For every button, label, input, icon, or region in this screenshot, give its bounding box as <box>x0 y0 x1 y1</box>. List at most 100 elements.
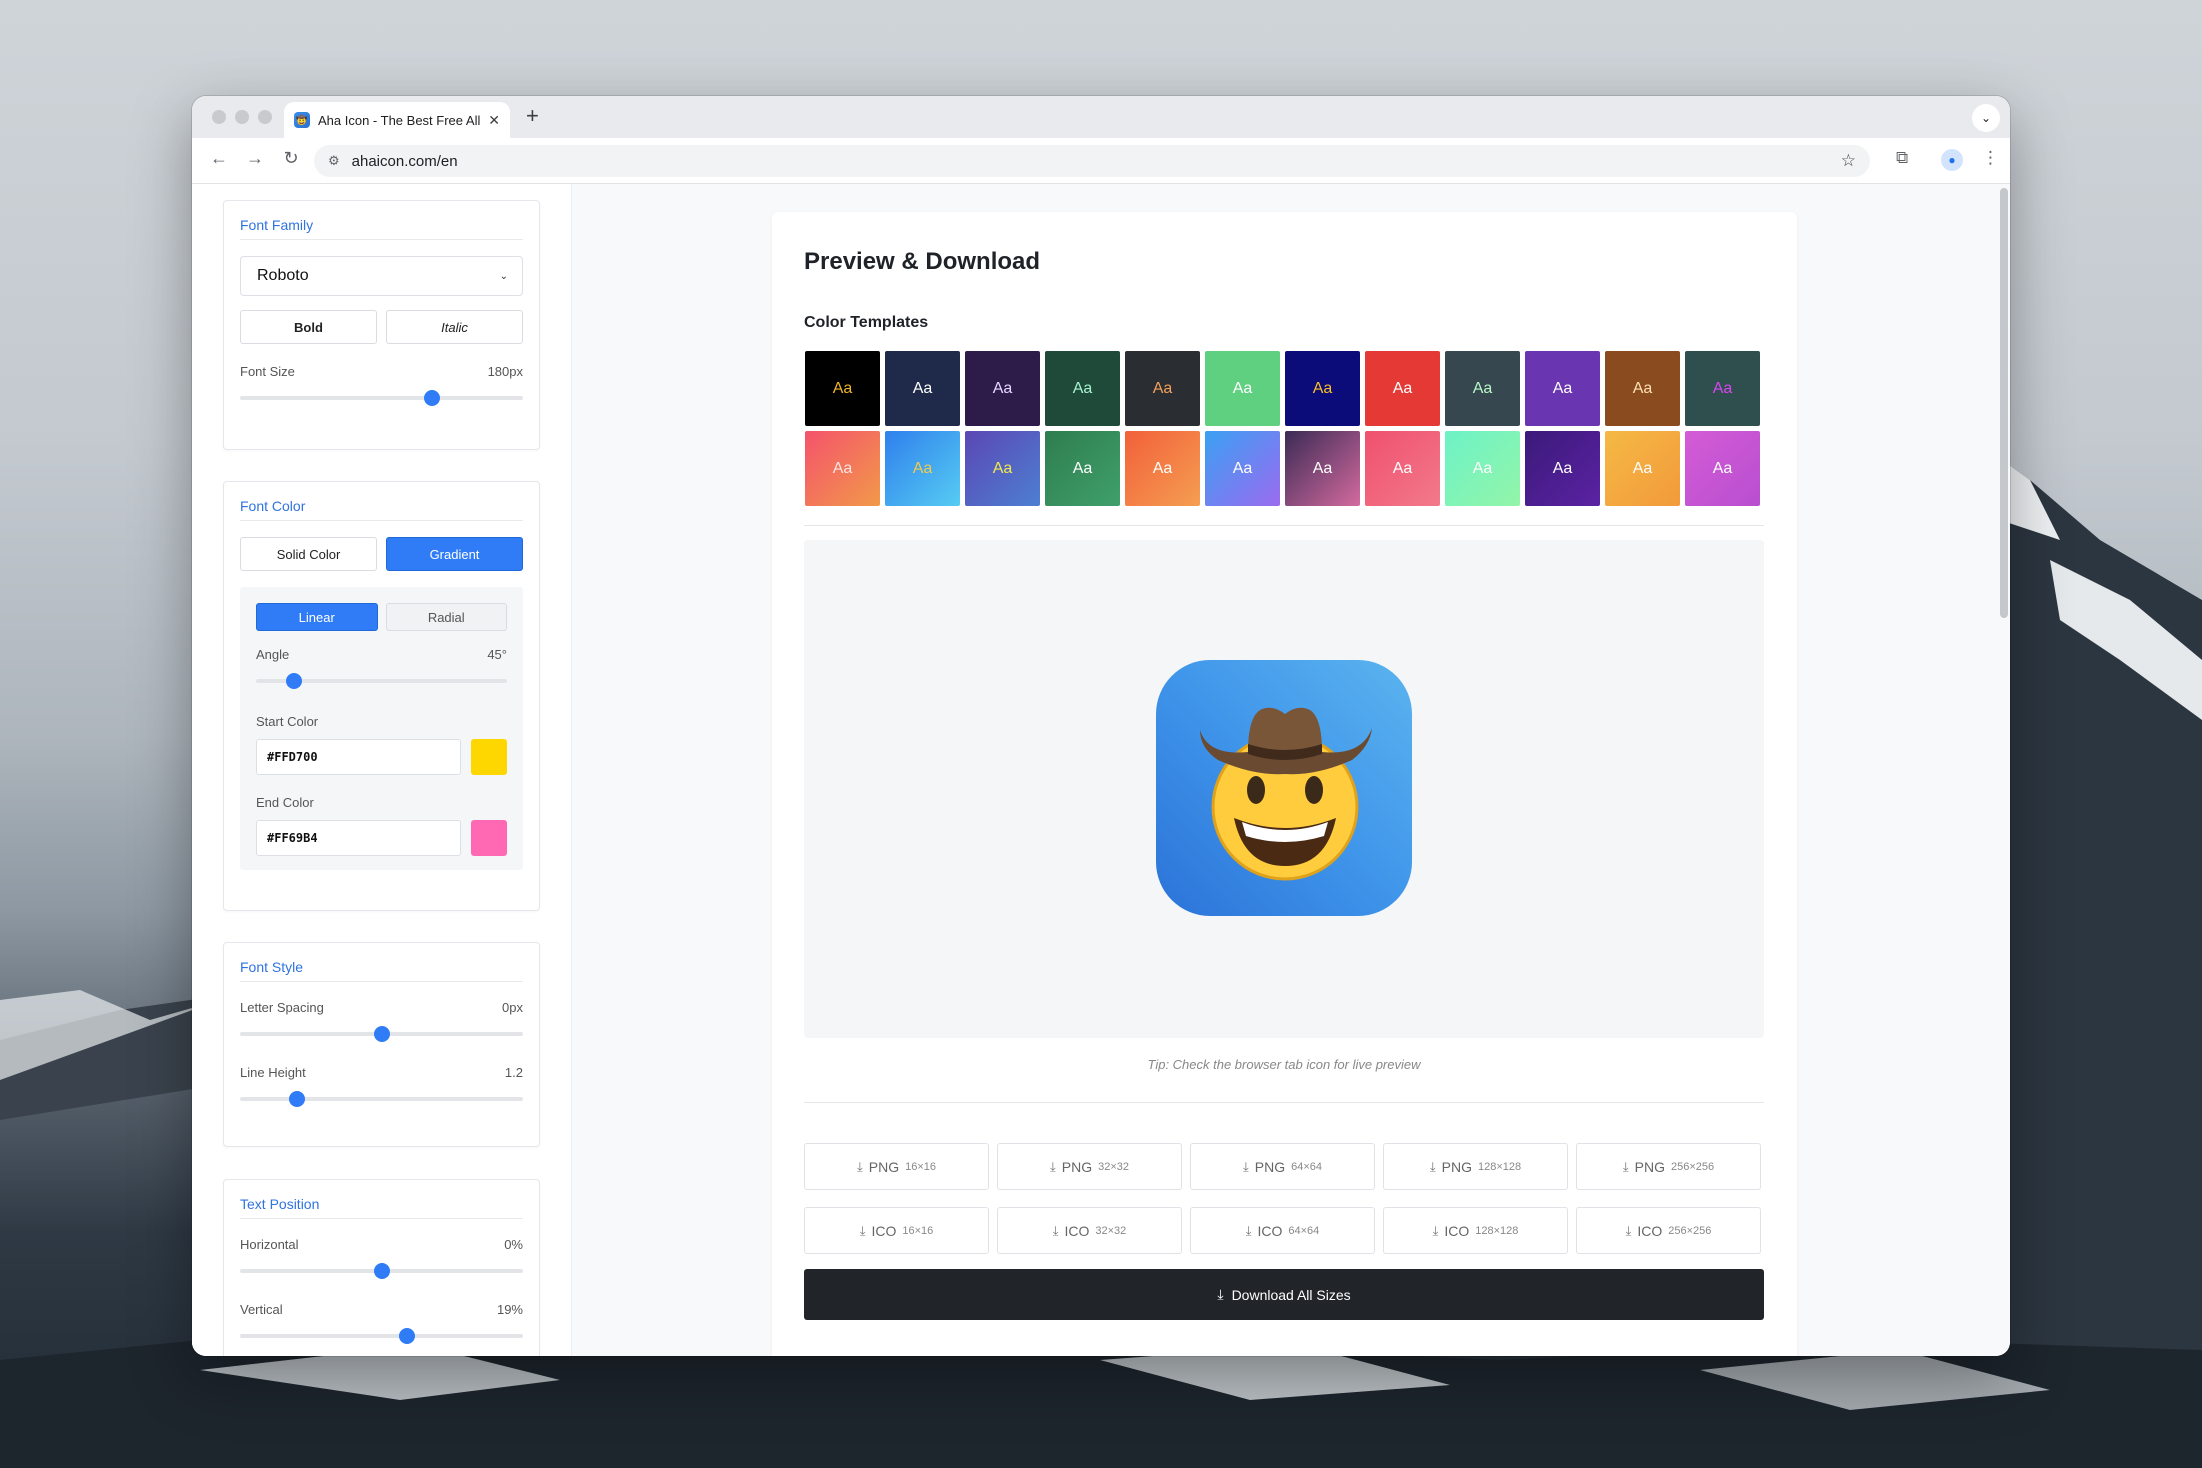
download-format: PNG <box>868 1158 900 1175</box>
menu-kebab-icon[interactable]: ⋮ <box>1982 148 1999 168</box>
font-family-title: Font Family <box>240 201 523 240</box>
download-ico-button[interactable]: ⤓ ICO 128×128 <box>1383 1207 1568 1254</box>
font-style-title: Font Style <box>240 943 523 982</box>
download-png-button[interactable]: ⤓ PNG 16×16 <box>804 1143 989 1190</box>
download-png-button[interactable]: ⤓ PNG 256×256 <box>1576 1143 1761 1190</box>
color-template-swatch[interactable]: Aa <box>965 351 1040 426</box>
letter-spacing-slider[interactable] <box>240 1025 523 1043</box>
download-size: 128×128 <box>1477 1160 1522 1173</box>
cowboy-hat-face-icon <box>1200 707 1372 881</box>
download-all-button[interactable]: ⤓ Download All Sizes <box>804 1269 1764 1320</box>
color-template-swatch[interactable]: Aa <box>1205 431 1280 506</box>
address-bar: ← → ↻ ⚙ ahaicon.com/en ☆ ⧉ ● ⋮ <box>192 138 2010 184</box>
color-template-swatch[interactable]: Aa <box>1605 351 1680 426</box>
download-icon: ⤓ <box>1429 1158 1436 1174</box>
angle-label: Angle <box>256 647 290 662</box>
color-template-swatch[interactable]: Aa <box>1285 351 1360 426</box>
solid-color-button[interactable]: Solid Color <box>240 537 377 571</box>
download-ico-button[interactable]: ⤓ ICO 256×256 <box>1576 1207 1761 1254</box>
download-ico-button[interactable]: ⤓ ICO 32×32 <box>997 1207 1182 1254</box>
slider-thumb[interactable] <box>288 1091 305 1107</box>
start-color-input[interactable]: #FFD700 <box>256 739 462 775</box>
color-template-swatch[interactable]: Aa <box>805 351 880 426</box>
angle-slider[interactable] <box>256 672 507 690</box>
color-template-label: Aa <box>1712 379 1733 397</box>
slider-thumb[interactable] <box>373 1026 390 1042</box>
download-icon: ⤓ <box>1243 1158 1249 1174</box>
vertical-label: Vertical <box>240 1302 283 1317</box>
download-format: PNG <box>1441 1158 1472 1175</box>
tab-search-chevron-icon[interactable]: ⌄ <box>1972 104 2000 132</box>
bookmark-star-icon[interactable]: ☆ <box>1841 151 1856 171</box>
slider-thumb[interactable] <box>373 1263 390 1279</box>
forward-icon[interactable]: → <box>242 148 268 169</box>
color-template-swatch[interactable]: Aa <box>1125 351 1200 426</box>
color-template-swatch[interactable]: Aa <box>1365 351 1440 426</box>
site-info-icon[interactable]: ⚙ <box>328 153 340 169</box>
download-format: ICO <box>1637 1222 1663 1239</box>
url-text[interactable]: ahaicon.com/en <box>352 153 1829 170</box>
font-size-slider[interactable] <box>240 389 523 407</box>
download-png-button[interactable]: ⤓ PNG 128×128 <box>1383 1143 1568 1190</box>
maximize-window-button[interactable] <box>258 110 272 124</box>
gradient-button[interactable]: Gradient <box>386 537 523 571</box>
color-template-swatch[interactable]: Aa <box>805 431 880 506</box>
slider-thumb[interactable] <box>398 1328 415 1344</box>
color-template-swatch[interactable]: Aa <box>1045 351 1120 426</box>
download-ico-button[interactable]: ⤓ ICO 16×16 <box>804 1207 989 1254</box>
download-png-button[interactable]: ⤓ PNG 64×64 <box>1190 1143 1375 1190</box>
download-icon: ⤓ <box>859 1222 866 1238</box>
line-height-slider[interactable] <box>240 1090 523 1108</box>
color-template-label: Aa <box>1152 379 1173 397</box>
horizontal-slider[interactable] <box>240 1262 523 1280</box>
extensions-icon[interactable]: ⧉ <box>1896 148 1908 168</box>
end-color-input[interactable]: #FF69B4 <box>256 820 462 856</box>
bold-button[interactable]: Bold <box>240 310 377 344</box>
color-template-swatch[interactable]: Aa <box>1685 431 1760 506</box>
color-template-swatch[interactable]: Aa <box>1045 431 1120 506</box>
color-template-swatch[interactable]: Aa <box>1685 351 1760 426</box>
reload-icon[interactable]: ↻ <box>278 148 304 169</box>
profile-avatar-icon[interactable]: ● <box>1941 149 1963 171</box>
font-size-label: Font Size <box>240 364 295 379</box>
divider <box>804 1102 1764 1103</box>
download-ico-button[interactable]: ⤓ ICO 64×64 <box>1190 1207 1375 1254</box>
start-color-swatch[interactable] <box>471 739 507 775</box>
color-template-swatch[interactable]: Aa <box>1125 431 1200 506</box>
browser-tab[interactable]: 🤠 Aha Icon - The Best Free All-in-One Ic… <box>284 102 510 138</box>
radial-button[interactable]: Radial <box>385 603 507 631</box>
slider-thumb[interactable] <box>424 390 441 406</box>
color-template-swatch[interactable]: Aa <box>885 431 960 506</box>
download-format: PNG <box>1634 1158 1665 1175</box>
download-size: 64×64 <box>1288 1224 1320 1237</box>
end-color-swatch[interactable] <box>471 820 507 856</box>
color-template-swatch[interactable]: Aa <box>1205 351 1280 426</box>
close-tab-icon[interactable]: ✕ <box>488 112 500 129</box>
download-format: ICO <box>1064 1222 1090 1239</box>
minimize-window-button[interactable] <box>235 110 249 124</box>
new-tab-icon[interactable]: + <box>526 105 539 127</box>
color-templates-grid: Aa Aa Aa Aa Aa Aa Aa Aa Aa Aa Aa Aa Aa Aa Aa Aa Aa Aa Aa Aa… <box>805 351 1765 506</box>
page-scrollbar[interactable] <box>2000 188 2008 618</box>
slider-track <box>240 1097 523 1101</box>
download-png-button[interactable]: ⤓ PNG 32×32 <box>997 1143 1182 1190</box>
font-family-select[interactable]: Roboto ⌄ <box>240 256 523 296</box>
color-template-swatch[interactable]: Aa <box>885 351 960 426</box>
omnibox[interactable]: ⚙ ahaicon.com/en ☆ <box>314 145 1870 177</box>
slider-thumb[interactable] <box>285 673 302 689</box>
download-icon: ⤓ <box>1625 1222 1632 1238</box>
linear-button[interactable]: Linear <box>256 603 378 631</box>
color-template-swatch[interactable]: Aa <box>1445 431 1520 506</box>
vertical-slider[interactable] <box>240 1327 523 1345</box>
color-template-swatch[interactable]: Aa <box>1605 431 1680 506</box>
close-window-button[interactable] <box>212 110 226 124</box>
color-template-swatch[interactable]: Aa <box>965 431 1040 506</box>
italic-button[interactable]: Italic <box>386 310 523 344</box>
favicon-icon: 🤠 <box>294 112 310 128</box>
color-template-swatch[interactable]: Aa <box>1285 431 1360 506</box>
color-template-swatch[interactable]: Aa <box>1445 351 1520 426</box>
back-icon[interactable]: ← <box>206 148 232 169</box>
color-template-swatch[interactable]: Aa <box>1365 431 1440 506</box>
color-template-swatch[interactable]: Aa <box>1525 431 1600 506</box>
color-template-swatch[interactable]: Aa <box>1525 351 1600 426</box>
